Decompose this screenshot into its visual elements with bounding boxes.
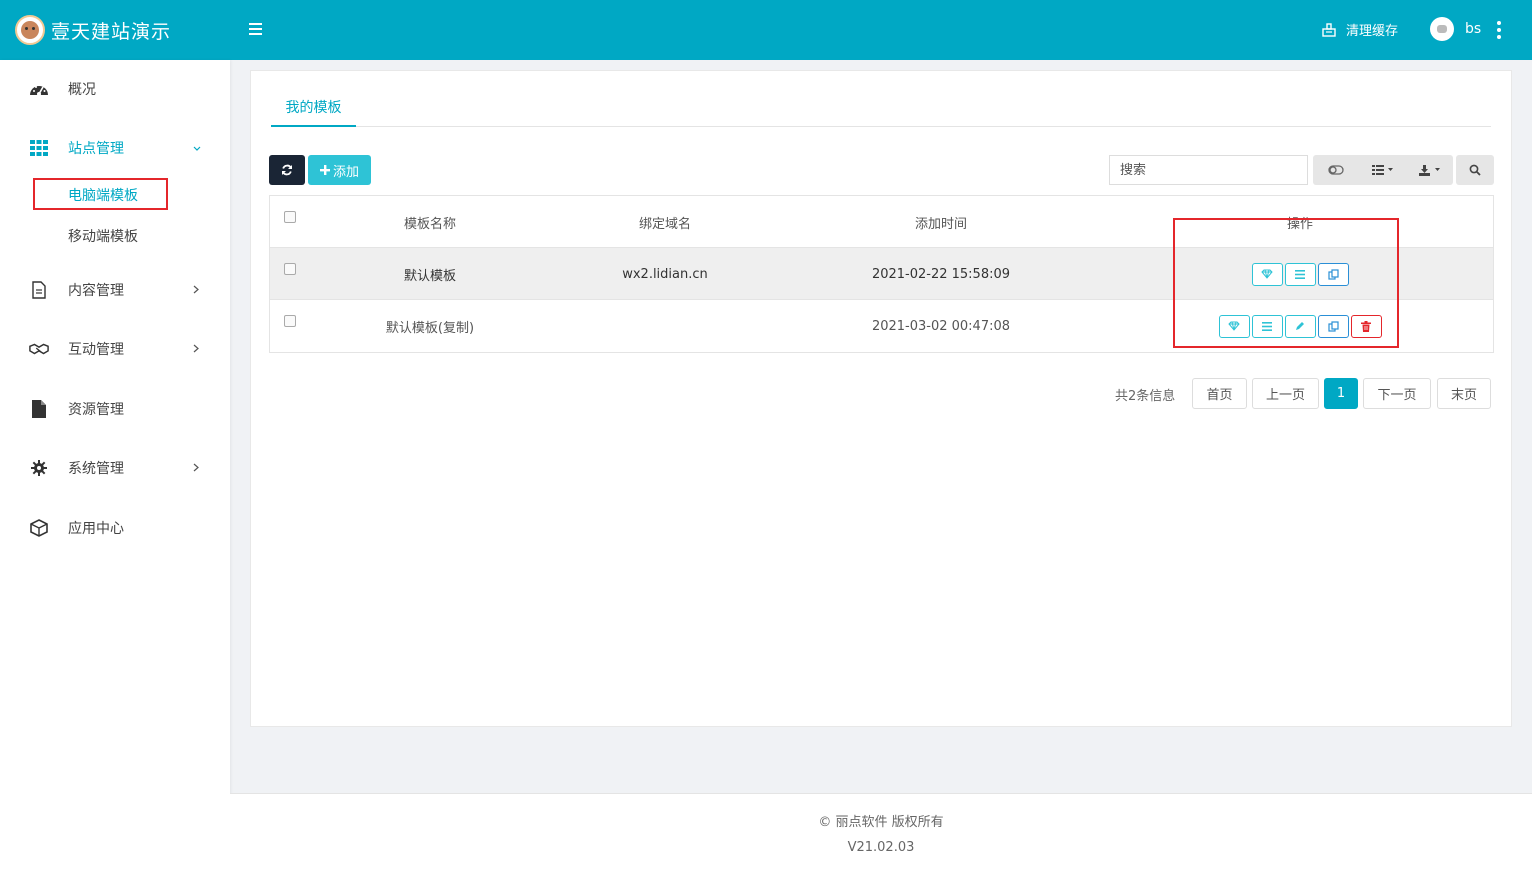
column-header-domain[interactable]: 绑定域名 <box>570 196 760 248</box>
footer-copyright: © 丽点软件 版权所有 <box>818 815 944 830</box>
chevron-right-icon <box>193 283 199 297</box>
search-button[interactable] <box>1456 155 1494 185</box>
sidebar-item-label: 互动管理 <box>68 342 124 358</box>
brand-logo-icon <box>15 15 45 45</box>
select-all-checkbox-cell <box>282 191 298 243</box>
export-dropdown-button[interactable] <box>1406 155 1453 185</box>
template-name: 默认模板 <box>403 268 456 284</box>
sidebar-item-resource-management[interactable]: 资源管理 <box>0 389 230 429</box>
column-header-time[interactable]: 添加时间 <box>830 196 1052 248</box>
row-checkbox-cell <box>282 295 298 347</box>
broom-icon <box>1322 22 1336 37</box>
pagination-last[interactable]: 末页 <box>1437 378 1491 409</box>
pagination-current[interactable]: 1 <box>1324 378 1358 409</box>
dashboard-icon <box>29 79 49 99</box>
chevron-right-icon <box>193 461 199 475</box>
template-domain <box>570 300 760 352</box>
search-icon <box>1469 164 1481 176</box>
sidebar-item-label: 站点管理 <box>68 141 124 157</box>
template-name: 默认模板(复制) <box>385 320 475 336</box>
menu-toggle-icon[interactable] <box>249 23 262 37</box>
sidebar-item-label: 应用中心 <box>68 521 124 537</box>
template-time: 2021-03-02 00:47:08 <box>871 318 1011 334</box>
footer-version: V21.02.03 <box>847 840 915 855</box>
sidebar-item-overview[interactable]: 概况 <box>0 69 230 109</box>
highlight-box-sidebar <box>33 178 168 210</box>
column-header-name[interactable]: 模板名称 <box>330 196 530 248</box>
clear-cache-label: 清理缓存 <box>1346 24 1399 39</box>
sidebar-item-interaction-management[interactable]: 互动管理 <box>0 329 230 369</box>
sidebar-item-site-management[interactable]: 站点管理 <box>0 128 230 168</box>
highlight-box-actions <box>1173 218 1399 348</box>
handshake-icon <box>29 339 49 359</box>
grid-icon <box>29 138 49 158</box>
sidebar-item-system-management[interactable]: 系统管理 <box>0 448 230 488</box>
pagination-first[interactable]: 首页 <box>1192 378 1247 409</box>
document-icon <box>29 280 49 300</box>
pagination-next[interactable]: 下一页 <box>1363 378 1431 409</box>
brand-title: 壹天建站演示 <box>51 20 172 43</box>
sidebar-subitem-mobile-template[interactable]: 移动端模板 <box>68 226 138 246</box>
chevron-right-icon <box>193 342 199 356</box>
sidebar-item-content-management[interactable]: 内容管理 <box>0 270 230 310</box>
row-checkbox[interactable] <box>284 315 296 327</box>
row-checkbox-cell <box>282 243 298 295</box>
template-domain: wx2.lidian.cn <box>622 266 708 282</box>
row-checkbox[interactable] <box>284 263 296 275</box>
add-button-label: 添加 <box>332 164 359 180</box>
sidebar-item-label: 概况 <box>68 82 96 98</box>
toggle-view-button[interactable] <box>1313 155 1360 185</box>
pagination-prev[interactable]: 上一页 <box>1252 378 1319 409</box>
username: bs <box>1465 21 1482 37</box>
footer: © 丽点软件 版权所有 V21.02.03 <box>230 793 1532 872</box>
sidebar-item-label: 系统管理 <box>68 461 124 477</box>
chevron-down-icon <box>193 141 201 155</box>
add-button[interactable]: 添加 <box>308 155 371 185</box>
refresh-button[interactable] <box>269 155 305 185</box>
sidebar-item-app-center[interactable]: 应用中心 <box>0 508 230 548</box>
user-menu[interactable]: bs <box>1430 17 1481 41</box>
sidebar-item-label: 内容管理 <box>68 283 124 299</box>
tab-my-templates[interactable]: 我的模板 <box>271 97 356 117</box>
search-input[interactable] <box>1109 155 1308 185</box>
brand[interactable]: 壹天建站演示 <box>0 0 230 60</box>
avatar <box>1430 17 1454 41</box>
sidebar-item-label: 资源管理 <box>68 402 124 418</box>
toggle-icon <box>1328 165 1344 175</box>
template-time: 2021-02-22 15:58:09 <box>871 266 1011 282</box>
select-all-checkbox[interactable] <box>284 211 296 223</box>
sidebar: 概况 站点管理 电脑端模板 移动端模板 内容管理 互动管理 资源管理 系统管理 … <box>0 60 230 872</box>
download-icon <box>1418 164 1440 176</box>
clear-cache-button[interactable]: 清理缓存 <box>1322 20 1398 39</box>
gear-icon <box>29 458 49 478</box>
top-header: 壹天建站演示 清理缓存 bs <box>0 0 1532 60</box>
pagination-total: 共2条信息 <box>1115 389 1176 404</box>
more-vertical-icon[interactable] <box>1496 21 1501 39</box>
file-icon <box>29 399 49 419</box>
plus-icon <box>319 165 330 175</box>
refresh-icon <box>282 164 292 176</box>
table-tools <box>1313 155 1453 185</box>
tab-active-indicator <box>271 125 356 127</box>
tab-divider <box>271 126 1491 127</box>
columns-dropdown-button[interactable] <box>1360 155 1407 185</box>
cube-icon <box>29 518 49 538</box>
main-card: 我的模板 添加 模板名称 绑定域名 添加时间 操作 默认模板 <box>250 70 1512 727</box>
list-columns-icon <box>1372 165 1393 175</box>
